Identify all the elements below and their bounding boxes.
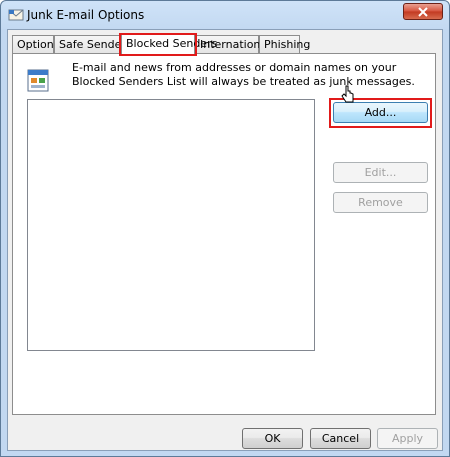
close-button[interactable] bbox=[403, 3, 443, 20]
tab-options[interactable]: Options bbox=[12, 35, 59, 53]
mouse-cursor-icon bbox=[341, 85, 354, 103]
window-title: Junk E-mail Options bbox=[27, 8, 145, 22]
blocked-senders-panel: E-mail and news from addresses or domain… bbox=[12, 53, 436, 415]
blocked-senders-list[interactable] bbox=[27, 99, 315, 351]
edit-button[interactable]: Edit... bbox=[333, 162, 428, 183]
tab-safe-senders[interactable]: Safe Senders bbox=[54, 35, 132, 53]
add-button[interactable]: Add... bbox=[333, 102, 428, 123]
tab-label: Phishing bbox=[264, 38, 311, 51]
tab-phishing[interactable]: Phishing bbox=[259, 35, 310, 53]
description-text: E-mail and news from addresses or domain… bbox=[72, 61, 415, 88]
tab-label: Blocked Senders bbox=[126, 37, 218, 50]
cancel-button[interactable]: Cancel bbox=[310, 428, 371, 449]
dialog-client: Options Safe Senders Blocked Senders Int… bbox=[7, 29, 443, 451]
mail-envelope-icon bbox=[8, 9, 24, 21]
close-icon bbox=[418, 6, 428, 17]
dialog-window: Junk E-mail Options Options Safe Senders… bbox=[0, 0, 450, 457]
remove-button[interactable]: Remove bbox=[333, 192, 428, 213]
window-list-icon bbox=[27, 69, 49, 92]
tab-blocked-senders[interactable]: Blocked Senders bbox=[119, 33, 217, 56]
ok-button[interactable]: OK bbox=[242, 428, 303, 449]
title-bar[interactable]: Junk E-mail Options bbox=[1, 1, 449, 29]
apply-button[interactable]: Apply bbox=[377, 428, 438, 449]
